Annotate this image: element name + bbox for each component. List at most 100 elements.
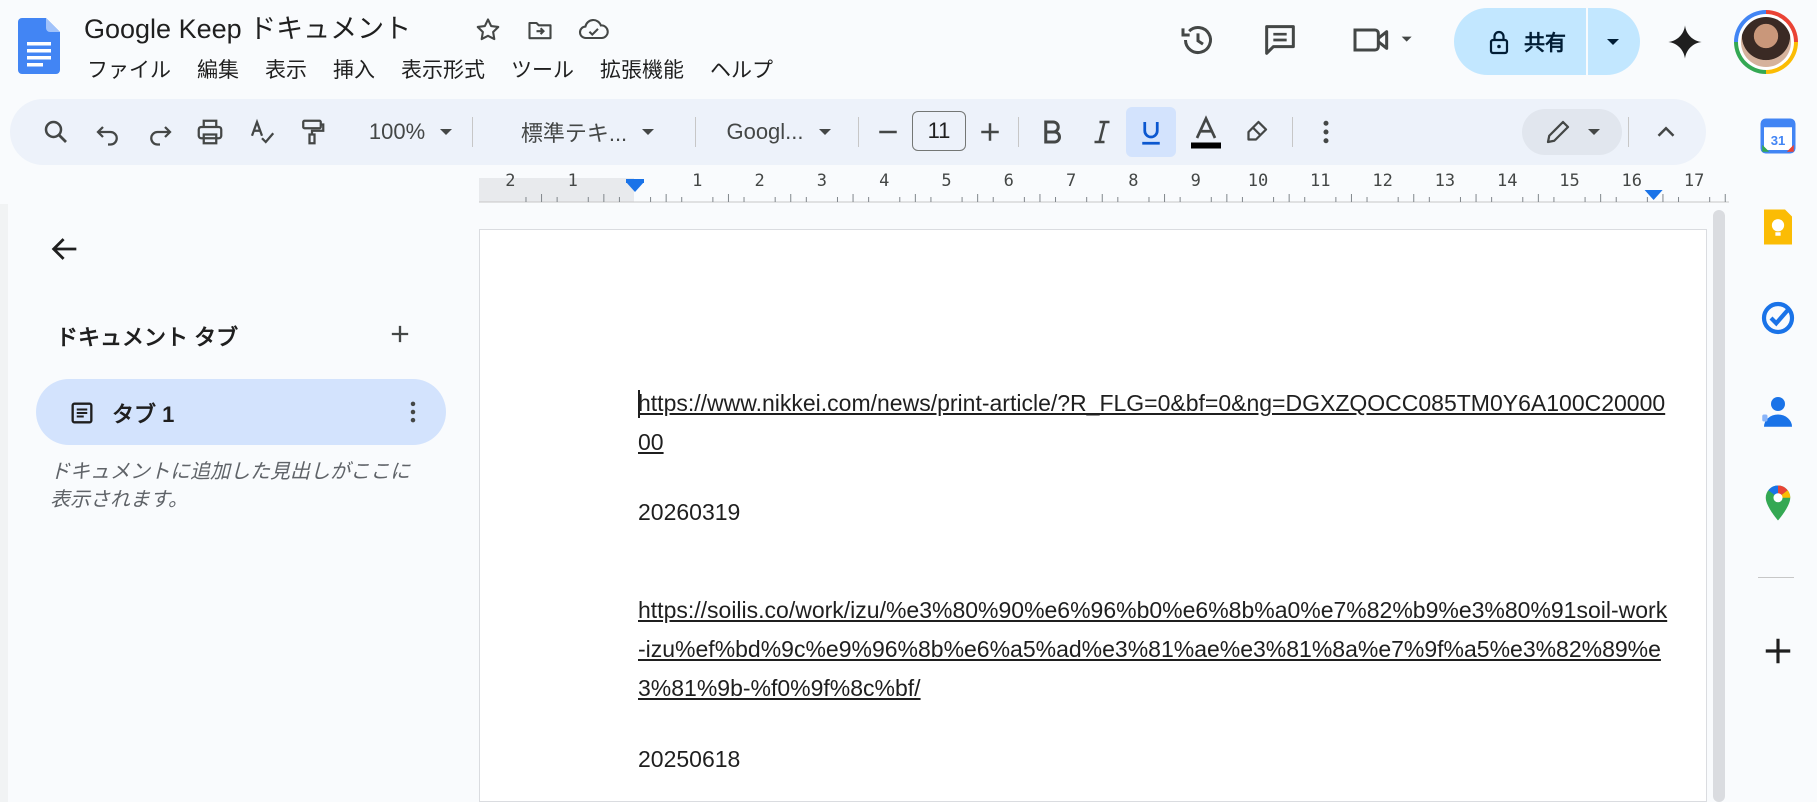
spellcheck-button[interactable] [242,99,282,165]
ruler-label: 17 [1684,172,1704,191]
plus-icon [386,320,414,348]
chevron-down-icon [627,127,655,137]
menu-extensions[interactable]: 拡張機能 [587,56,697,86]
chevron-down-icon [804,127,832,137]
ruler-label: 13 [1435,172,1455,191]
chevron-down-icon [1573,127,1601,137]
maps-icon[interactable] [1757,482,1799,524]
more-vert-icon[interactable] [398,397,428,427]
docs-logo-icon[interactable] [18,18,60,74]
menu-help[interactable]: ヘルプ [697,56,786,86]
ruler-label: 2 [505,172,515,191]
plus-icon [975,117,1005,147]
ruler-label: 15 [1559,172,1579,191]
font-size-input[interactable]: 11 [912,111,966,151]
toolbar-divider [1628,117,1629,147]
horizontal-ruler: 2 1 1 2 3 4 5 6 7 8 9 10 11 12 13 14 15 16 17 [479,172,1729,204]
svg-text:31: 31 [1771,133,1786,148]
scrollbar[interactable] [1713,210,1725,802]
redo-button[interactable] [140,99,180,165]
side-panel-divider [1758,577,1794,578]
star-icon[interactable] [474,16,502,44]
zoom-select[interactable]: 100% [348,99,474,165]
menu-bar: ファイル 編集 表示 挿入 表示形式 ツール 拡張機能 ヘルプ [74,56,786,86]
undo-icon [93,117,123,147]
cloud-saved-icon[interactable] [578,16,610,44]
ruler-label: 9 [1191,172,1201,191]
more-options-button[interactable] [1306,99,1346,165]
history-icon[interactable] [1178,20,1218,60]
ruler-label: 10 [1248,172,1268,191]
share-divider [1586,8,1588,75]
ruler-label: 1 [568,172,578,191]
menu-file[interactable]: ファイル [74,56,184,86]
add-tab-button[interactable] [386,320,414,348]
left-indent-marker[interactable] [626,182,644,192]
doc-link-paragraph[interactable]: https://www.nikkei.com/news/print-articl… [638,384,1668,462]
print-button[interactable] [190,99,230,165]
editing-mode-content[interactable] [1532,99,1612,165]
text-color-button[interactable] [1184,99,1228,165]
search-icon [41,117,71,147]
text-cursor [638,390,640,418]
toolbar-divider [1292,117,1293,147]
avatar-photo [1741,17,1791,67]
share-dropdown-icon[interactable] [1600,32,1626,52]
redo-icon [145,117,175,147]
hide-menus-button[interactable] [1646,99,1686,165]
menu-insert[interactable]: 挿入 [320,56,388,86]
toolbar-divider [472,117,473,147]
move-icon[interactable] [526,16,554,44]
tabs-heading: ドキュメント タブ [56,325,239,350]
doc-link-paragraph[interactable]: https://soilis.co/work/izu/%e3%80%90%e6%… [638,591,1668,708]
menu-tools[interactable]: ツール [498,56,587,86]
paint-format-button[interactable] [292,99,332,165]
first-line-indent-marker[interactable] [626,179,644,183]
menu-view[interactable]: 表示 [252,56,320,86]
ruler-label: 16 [1622,172,1642,191]
share-button[interactable]: 共有 [1454,8,1640,75]
print-icon [195,117,225,147]
tasks-icon[interactable] [1757,297,1799,339]
decrease-font-size-button[interactable] [870,99,906,165]
calendar-icon[interactable]: 31 [1757,115,1799,157]
video-meet-button[interactable] [1350,20,1420,60]
paint-format-icon [297,117,327,147]
document-title[interactable]: Google Keep ドキュメント [84,12,411,46]
toolbar-divider [1018,117,1019,147]
paragraph-style-value: 標準テキ... [520,121,628,146]
document-tab-icon [68,399,96,427]
ruler-label: 12 [1372,172,1392,191]
contacts-icon[interactable] [1757,390,1799,432]
avatar[interactable] [1734,10,1798,74]
back-arrow-icon[interactable] [48,232,82,266]
share-label: 共有 [1524,31,1566,55]
search-menus-button[interactable] [36,99,76,165]
gemini-icon[interactable] [1665,22,1705,62]
italic-button[interactable] [1082,99,1122,165]
share-main[interactable]: 共有 [1454,8,1586,75]
comment-icon[interactable] [1260,20,1300,60]
underline-button[interactable] [1131,99,1171,165]
highlight-icon [1241,117,1271,147]
undo-button[interactable] [88,99,128,165]
doc-date-paragraph: 20260319 [638,499,741,525]
ruler-label: 4 [879,172,889,191]
paragraph-style-select[interactable]: 標準テキ... [488,99,688,165]
menu-format[interactable]: 表示形式 [388,56,498,86]
add-icon[interactable] [1757,630,1799,672]
ruler-label: 2 [754,172,764,191]
keep-icon[interactable] [1757,206,1799,248]
tab-item-1[interactable]: タブ 1 [36,379,446,445]
ruler-label: 5 [941,172,951,191]
font-select[interactable]: Googl... [706,99,852,165]
ruler-label: 6 [1004,172,1014,191]
text-color-icon [1188,114,1224,150]
increase-font-size-button[interactable] [972,99,1008,165]
highlight-button[interactable] [1236,99,1276,165]
bold-button[interactable] [1032,99,1072,165]
edit-pencil-icon [1543,117,1573,147]
chevron-up-icon [1651,117,1681,147]
menu-edit[interactable]: 編集 [184,56,252,86]
zoom-value: 100% [368,119,426,144]
